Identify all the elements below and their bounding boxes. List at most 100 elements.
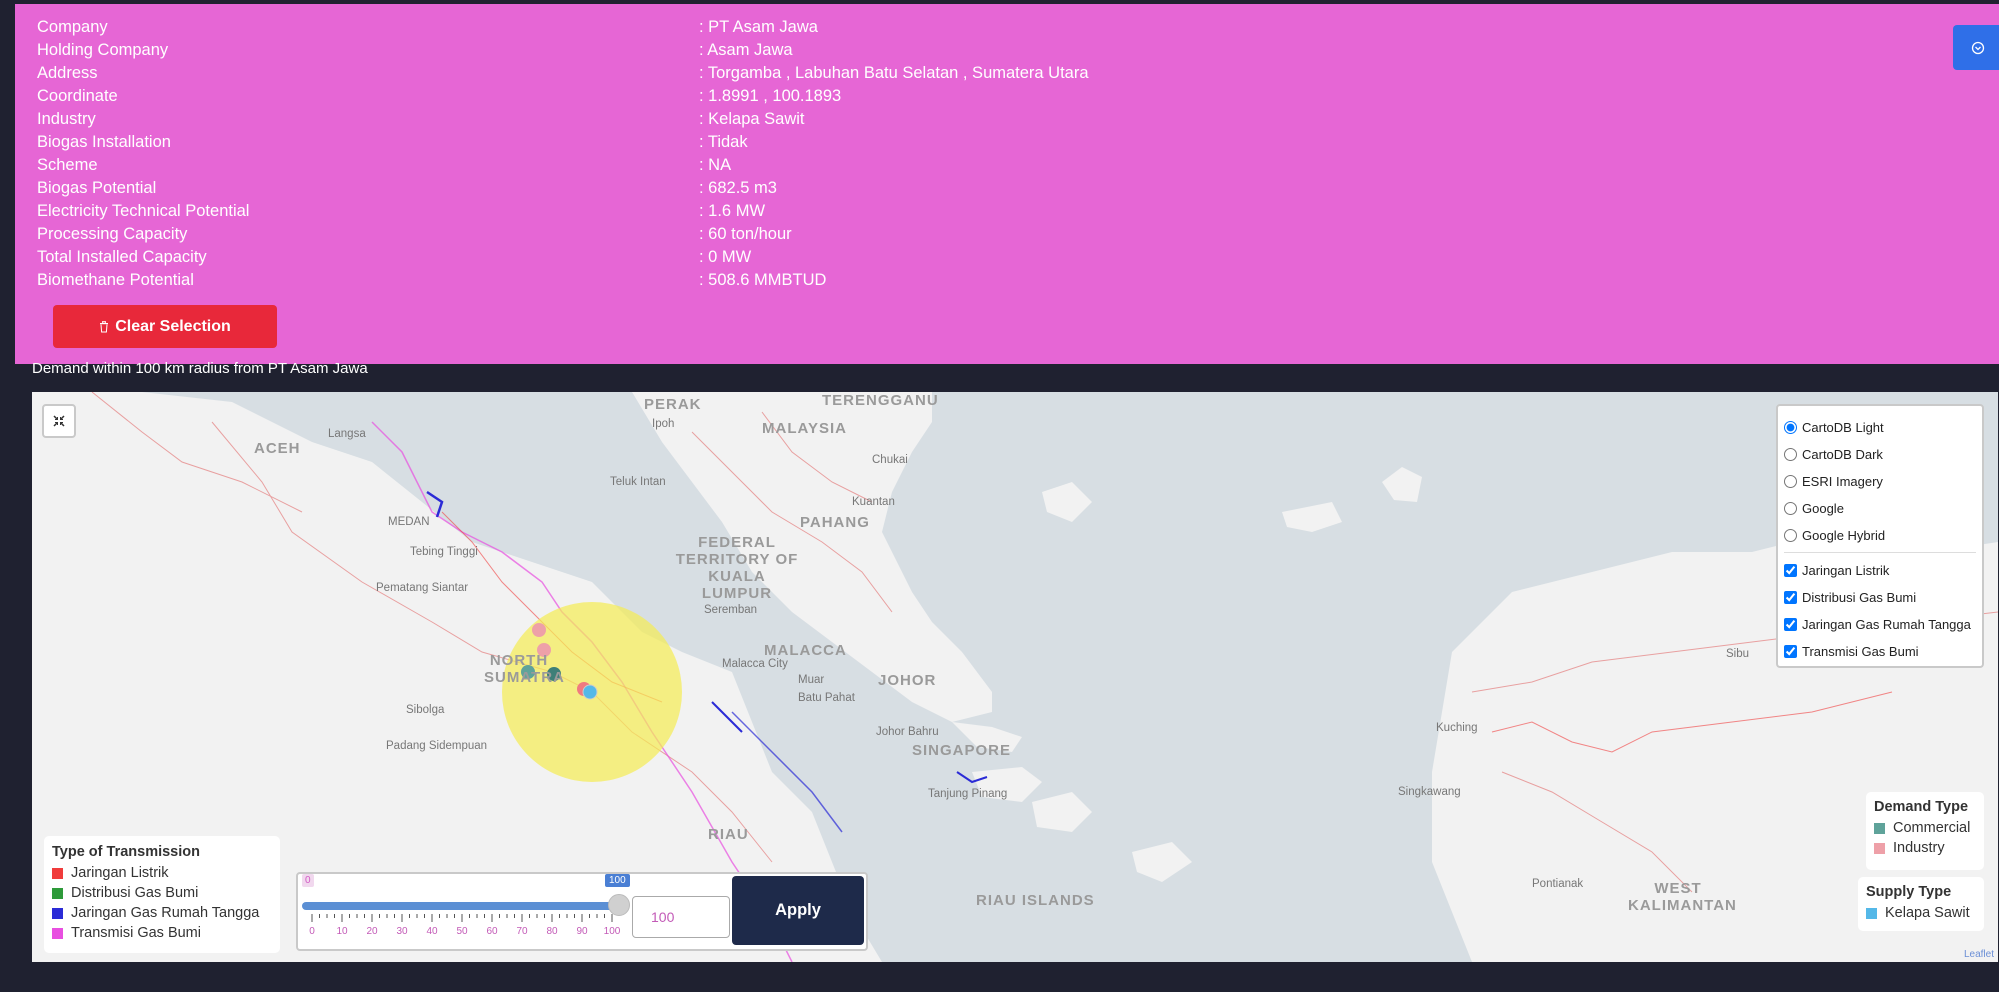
overlay-layer-checkbox[interactable] bbox=[1784, 645, 1797, 658]
overlay-layer-label: Jaringan Gas Rumah Tangga bbox=[1802, 617, 1971, 632]
label-terengganu: TERENGGANU bbox=[822, 392, 939, 409]
label-singapore: SINGAPORE bbox=[912, 742, 1012, 759]
overlay-layer-option[interactable]: Jaringan Gas Rumah Tangga bbox=[1784, 611, 1976, 638]
overlay-layer-label: Distribusi Gas Bumi bbox=[1802, 590, 1917, 605]
base-layer-option[interactable]: ESRI Imagery bbox=[1784, 468, 1976, 495]
overlay-layer-option[interactable]: Distribusi Gas Bumi bbox=[1784, 584, 1976, 611]
legend-label: Industry bbox=[1893, 840, 1945, 856]
legend-swatch bbox=[52, 907, 63, 919]
info-label: Electricity Technical Potential bbox=[37, 202, 250, 220]
info-row: Company PT Asam Jawa bbox=[37, 18, 1237, 41]
info-value: Torgamba , Labuhan Batu Selatan , Sumate… bbox=[699, 64, 1089, 83]
demand-legend: Demand Type Commercial Industry bbox=[1866, 792, 1984, 870]
overlay-layer-checkbox[interactable] bbox=[1784, 591, 1797, 604]
label-johor: JOHOR bbox=[878, 672, 937, 689]
apply-button[interactable]: Apply bbox=[732, 876, 864, 945]
base-layer-radio[interactable] bbox=[1784, 421, 1797, 434]
map-view[interactable]: ACEH NORTH SUMATRA PERAK TERENGGANU MALA… bbox=[32, 392, 1998, 962]
info-row: Scheme NA bbox=[37, 156, 1237, 179]
info-label: Biogas Potential bbox=[37, 179, 157, 197]
legend-label: Transmisi Gas Bumi bbox=[71, 925, 201, 941]
chevron-circle-icon bbox=[1971, 41, 1985, 54]
label-ipoh: Ipoh bbox=[652, 418, 675, 430]
legend-item: Industry bbox=[1874, 838, 1976, 858]
slider-max-label: 100 bbox=[605, 874, 630, 887]
legend-item: Distribusi Gas Bumi bbox=[52, 883, 272, 903]
label-west-kalimantan: WEST KALIMANTAN bbox=[1628, 880, 1737, 914]
info-value: NA bbox=[699, 156, 731, 175]
overlay-layer-checkbox[interactable] bbox=[1784, 618, 1797, 631]
label-aceh: ACEH bbox=[254, 440, 301, 457]
demand-legend-title: Demand Type bbox=[1874, 799, 1969, 815]
info-row: Holding Company Asam Jawa bbox=[37, 41, 1237, 64]
base-layer-option[interactable]: Google Hybrid bbox=[1784, 522, 1976, 549]
base-layer-radio[interactable] bbox=[1784, 475, 1797, 488]
slider-track[interactable] bbox=[302, 902, 620, 910]
info-value: 682.5 m3 bbox=[699, 179, 777, 198]
label-tebing-tinggi: Tebing Tinggi bbox=[410, 546, 478, 558]
transmission-legend: Type of Transmission Jaringan Listrik Dis… bbox=[44, 836, 280, 953]
base-layer-option[interactable]: CartoDB Dark bbox=[1784, 441, 1976, 468]
overlay-layer-option[interactable]: Jaringan Listrik bbox=[1784, 557, 1976, 584]
base-layer-option[interactable]: CartoDB Light bbox=[1784, 414, 1976, 441]
legend-swatch bbox=[52, 927, 63, 939]
layer-control: CartoDB Light CartoDB Dark ESRI Imagery Goo… bbox=[1776, 404, 1984, 668]
label-singkawang: Singkawang bbox=[1398, 786, 1461, 798]
leaflet-attribution[interactable]: Leaflet bbox=[1964, 949, 1994, 960]
legend-item: Kelapa Sawit bbox=[1866, 903, 1976, 923]
info-value: 1.8991 , 100.1893 bbox=[699, 87, 841, 106]
legend-item: Jaringan Listrik bbox=[52, 863, 272, 883]
slider-tick-label: 40 bbox=[426, 926, 438, 937]
legend-swatch bbox=[52, 867, 63, 879]
legend-swatch bbox=[1866, 907, 1877, 919]
clear-selection-button[interactable]: Clear Selection bbox=[53, 305, 277, 348]
legend-label: Jaringan Listrik bbox=[71, 865, 169, 881]
base-layer-radio[interactable] bbox=[1784, 529, 1797, 542]
info-row: Biomethane Potential 508.6 MMBTUD bbox=[37, 271, 1237, 294]
legend-label: Jaringan Gas Rumah Tangga bbox=[71, 905, 260, 921]
layer-separator bbox=[1784, 552, 1976, 553]
collapse-button[interactable] bbox=[1953, 25, 1999, 70]
slider-tick-label: 60 bbox=[486, 926, 498, 937]
base-layer-radio[interactable] bbox=[1784, 502, 1797, 515]
overlay-layer-checkbox[interactable] bbox=[1784, 564, 1797, 577]
label-padang-sidempuan: Padang Sidempuan bbox=[386, 740, 488, 752]
label-riau: RIAU bbox=[708, 826, 749, 843]
legend-item: Transmisi Gas Bumi bbox=[52, 923, 272, 943]
label-langsa: Langsa bbox=[328, 428, 366, 440]
base-layer-option[interactable]: Google bbox=[1784, 495, 1976, 522]
info-label: Industry bbox=[37, 110, 96, 128]
info-value: 1.6 MW bbox=[699, 202, 765, 221]
info-row: Address Torgamba , Labuhan Batu Selatan ,… bbox=[37, 64, 1237, 87]
slider-tick-label: 10 bbox=[336, 926, 348, 937]
info-value: PT Asam Jawa bbox=[699, 18, 818, 37]
clear-selection-label: Clear Selection bbox=[115, 317, 231, 335]
overlay-layer-option[interactable]: Transmisi Gas Bumi bbox=[1784, 638, 1976, 665]
slider-tick-label: 80 bbox=[546, 926, 558, 937]
info-label: Address bbox=[37, 64, 98, 82]
supply-legend: Supply Type Kelapa Sawit bbox=[1858, 877, 1984, 931]
slider-tick-label: 100 bbox=[604, 926, 621, 937]
slider-tick-label: 50 bbox=[456, 926, 468, 937]
legend-label: Commercial bbox=[1893, 820, 1971, 836]
base-layer-label: CartoDB Light bbox=[1802, 420, 1884, 435]
radius-input[interactable]: 100 bbox=[632, 896, 730, 938]
label-seremban: Seremban bbox=[704, 604, 758, 616]
slider-min-label: 0 bbox=[302, 874, 314, 887]
info-value: 60 ton/hour bbox=[699, 225, 791, 244]
overlay-layer-label: Transmisi Gas Bumi bbox=[1802, 644, 1919, 659]
info-row: Electricity Technical Potential 1.6 MW bbox=[37, 202, 1237, 225]
info-row: Biogas Potential 682.5 m3 bbox=[37, 179, 1237, 202]
fullscreen-icon bbox=[53, 415, 65, 427]
company-info-panel: Company PT Asam Jawa Holding Company Asam J… bbox=[15, 4, 1999, 364]
base-layer-radio[interactable] bbox=[1784, 448, 1797, 461]
base-layer-label: Google Hybrid bbox=[1802, 528, 1886, 543]
info-label: Company bbox=[37, 18, 108, 36]
radius-note: Demand within 100 km radius from PT Asam… bbox=[32, 360, 368, 377]
trash-icon bbox=[100, 320, 109, 332]
base-layer-label: CartoDB Dark bbox=[1802, 447, 1883, 462]
info-label: Holding Company bbox=[37, 41, 169, 59]
fullscreen-button[interactable] bbox=[42, 404, 76, 438]
info-row: Processing Capacity 60 ton/hour bbox=[37, 225, 1237, 248]
label-perak: PERAK bbox=[644, 396, 702, 413]
